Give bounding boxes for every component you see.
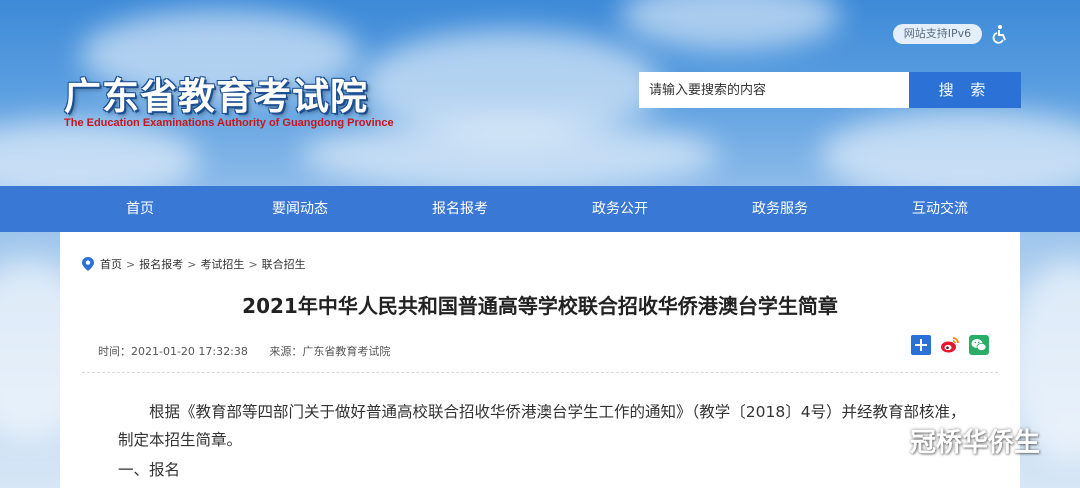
breadcrumb: 首页 > 报名报考 > 考试招生 > 联合招生 [82, 256, 306, 272]
nav-item-interaction[interactable]: 互动交流 [860, 186, 1020, 232]
nav-item-home[interactable]: 首页 [60, 186, 220, 232]
section-heading: 一、报名 [118, 461, 181, 479]
wechat-icon[interactable] [969, 335, 989, 355]
article-title: 2021年中华人民共和国普通高等学校联合招收华侨港澳台学生简章 [242, 294, 838, 318]
nav-item-services[interactable]: 政务服务 [700, 186, 860, 232]
breadcrumb-separator: > [126, 257, 136, 271]
site-logo-subtitle: The Education Examinations Authority of … [64, 117, 394, 129]
accessibility-icon[interactable] [990, 24, 1010, 44]
share-toolbar [911, 335, 989, 355]
meta-divider [82, 372, 998, 373]
publish-time: 时间：2021-01-20 17:32:38 [98, 345, 248, 358]
nav-item-registration[interactable]: 报名报考 [380, 186, 540, 232]
ipv6-badge: 网站支持IPv6 [893, 24, 982, 44]
share-more-icon[interactable] [911, 335, 931, 355]
wechat-watermark-icon [870, 427, 903, 453]
article-meta: 时间：2021-01-20 17:32:38 来源：广东省教育考试院 [98, 343, 408, 359]
location-pin-icon [82, 257, 94, 271]
wechat-watermark: 冠桥华侨生 [870, 422, 1040, 459]
site-logo-title[interactable]: 广东省教育考试院 [64, 66, 368, 120]
breadcrumb-separator: > [187, 257, 197, 271]
search-button[interactable]: 搜 索 [909, 72, 1021, 108]
watermark-text: 冠桥华侨生 [910, 428, 1041, 458]
weibo-icon[interactable] [940, 335, 960, 355]
site-header: 广东省教育考试院 The Education Examinations Auth… [0, 0, 1080, 186]
breadcrumb-exam-admission[interactable]: 考试招生 [200, 256, 244, 272]
article-paragraph: 根据《教育部等四部门关于做好普通高校联合招收华侨港澳台学生工作的通知》（教学〔2… [118, 403, 966, 449]
breadcrumb-joint-admission[interactable]: 联合招生 [262, 256, 306, 272]
search-input[interactable] [639, 72, 909, 108]
breadcrumb-registration[interactable]: 报名报考 [139, 256, 183, 272]
breadcrumb-separator: > [248, 257, 258, 271]
article-source: 来源：广东省教育考试院 [269, 345, 391, 358]
breadcrumb-home[interactable]: 首页 [100, 256, 122, 272]
main-nav: 首页 要闻动态 报名报考 政务公开 政务服务 互动交流 [0, 186, 1080, 232]
nav-item-news[interactable]: 要闻动态 [220, 186, 380, 232]
nav-item-public-affairs[interactable]: 政务公开 [540, 186, 700, 232]
